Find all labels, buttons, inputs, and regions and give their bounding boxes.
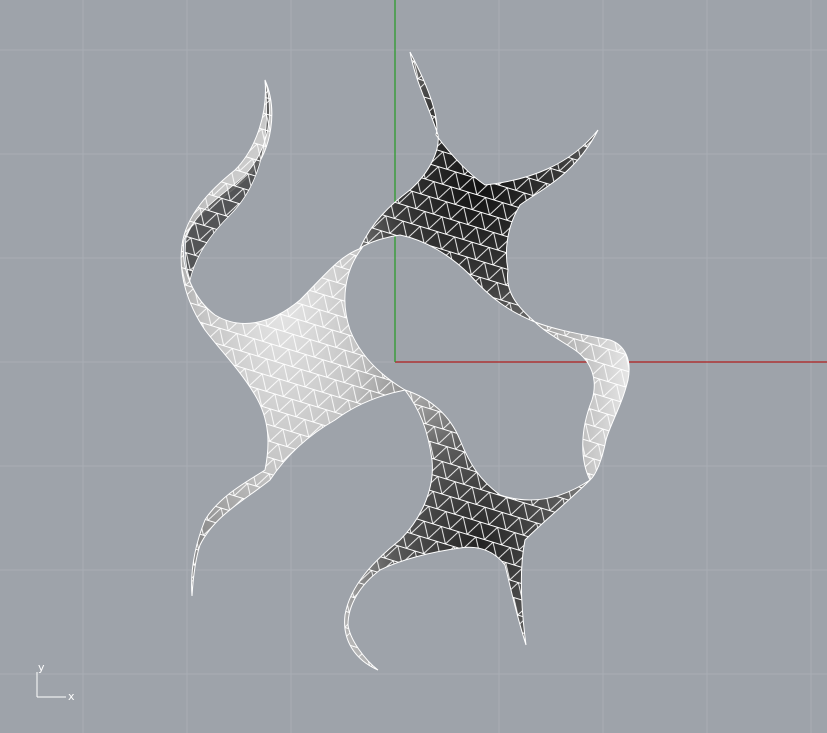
mesh-lobe-right[interactable] (534, 321, 630, 481)
mesh-surface[interactable] (180, 51, 630, 671)
triad-x-label: x (68, 690, 75, 703)
triad-y-label: y (38, 661, 45, 674)
construction-grid (0, 0, 827, 733)
mesh-lobe-left[interactable] (180, 79, 407, 597)
viewport[interactable]: y x (0, 0, 827, 733)
mesh-lobe-lower[interactable] (344, 389, 591, 671)
viewport-canvas[interactable]: y x (0, 0, 827, 733)
axis-triad: y x (36, 661, 75, 703)
mesh-lobe-upper-right[interactable] (358, 51, 599, 323)
